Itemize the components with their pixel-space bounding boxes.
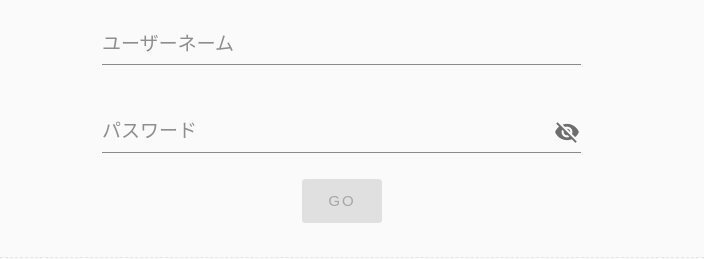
login-form: GO <box>0 0 704 259</box>
eye-off-icon[interactable] <box>553 119 581 145</box>
username-field-container <box>102 29 581 65</box>
section-divider <box>0 257 704 258</box>
go-button[interactable]: GO <box>302 179 382 223</box>
username-input[interactable] <box>102 29 542 59</box>
password-input[interactable] <box>102 116 542 146</box>
password-field-container <box>102 116 581 153</box>
